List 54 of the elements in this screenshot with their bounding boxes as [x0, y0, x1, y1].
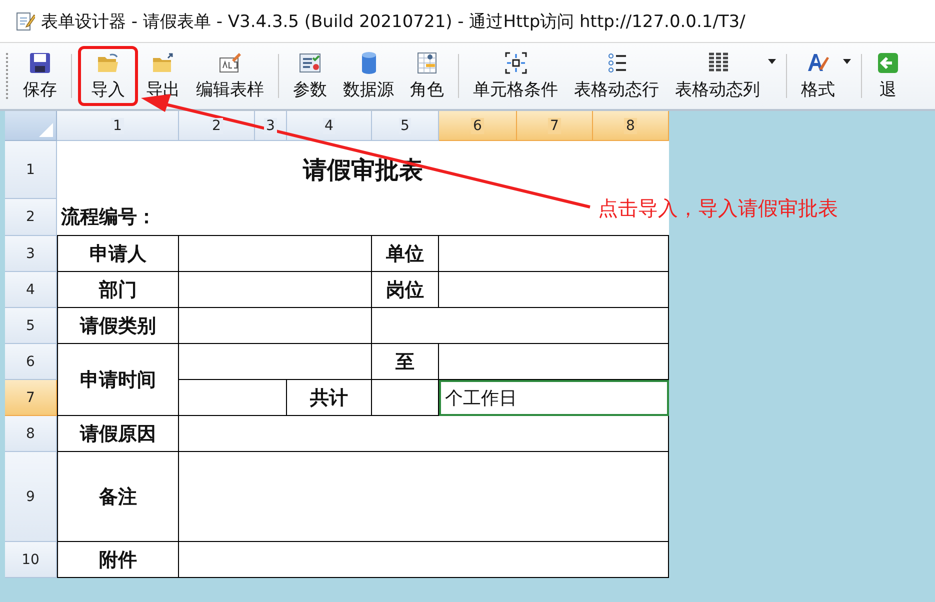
table-cell: 共计 [287, 380, 372, 416]
row-header[interactable]: 5 [5, 308, 57, 344]
table-cell: 部门 [57, 272, 179, 308]
toolbar-button[interactable]: 保存 [15, 46, 65, 106]
toolbar-button[interactable]: 参数 [285, 46, 335, 106]
column-header[interactable]: 6 [439, 111, 517, 141]
folder-icon [151, 51, 175, 75]
column-header[interactable]: 2 [179, 111, 255, 141]
table-cell: 岗位 [372, 272, 439, 308]
folder-icon [96, 51, 120, 75]
window-title: 表单设计器 - 请假表单 - V3.4.3.5 (Build 20210721) - 通过Http访问 http://127.0.0.1/T3/ [41, 10, 746, 32]
notepad-icon [15, 10, 35, 32]
toolbar-button[interactable]: 单元格条件 [465, 46, 566, 106]
toolbar-button[interactable]: 角色 [402, 46, 452, 106]
row-header[interactable]: 7 [5, 380, 57, 416]
table-cell: 流程编号： [57, 199, 179, 236]
column-header[interactable]: 5 [372, 111, 439, 141]
table-cell: 个工作日 [439, 380, 669, 416]
row-header[interactable]: 2 [5, 199, 57, 236]
toolbar-button[interactable]: 表格动态列 [667, 46, 768, 106]
toolbar-button[interactable]: 格式 [793, 46, 843, 106]
caret-icon[interactable] [843, 59, 851, 64]
annotation-text: 点击导入，导入请假审批表 [598, 195, 838, 222]
column-header[interactable]: 1 [57, 111, 179, 141]
row-header[interactable]: 6 [5, 344, 57, 380]
pencil-icon [218, 51, 242, 75]
toolbar-button[interactable]: 数据源 [335, 46, 402, 106]
table-cell: 申请时间 [57, 344, 179, 416]
row-header[interactable]: 1 [5, 141, 57, 199]
column-header[interactable]: 7 [517, 111, 593, 141]
toolbar-button[interactable]: 编辑表样 [188, 46, 272, 106]
column-header[interactable]: 3 [255, 111, 287, 141]
table-cell: 请假类别 [57, 308, 179, 344]
row-header[interactable]: 10 [5, 542, 57, 578]
table-cell: 备注 [57, 452, 179, 542]
table-cell: 至 [372, 344, 439, 380]
toolbar-button[interactable]: 退 [868, 46, 908, 106]
column-header[interactable]: 4 [287, 111, 372, 141]
row-header[interactable]: 3 [5, 236, 57, 272]
row-header[interactable]: 8 [5, 416, 57, 452]
toolbar-button[interactable]: 表格动态行 [566, 46, 667, 106]
table-cell [372, 380, 439, 416]
column-header[interactable]: 8 [593, 111, 669, 141]
caret-icon[interactable] [768, 59, 776, 64]
row-header[interactable]: 4 [5, 272, 57, 308]
table-cell: 申请人 [57, 236, 179, 272]
toolbar-button[interactable]: 导入 [78, 46, 138, 106]
table-cell: 单位 [372, 236, 439, 272]
list-icon [298, 51, 322, 75]
grid-icon [415, 51, 439, 75]
cell-frame-icon [504, 51, 528, 75]
table-cell: 请假原因 [57, 416, 179, 452]
row-header[interactable]: 9 [5, 452, 57, 542]
table-cell: 附件 [57, 542, 179, 578]
